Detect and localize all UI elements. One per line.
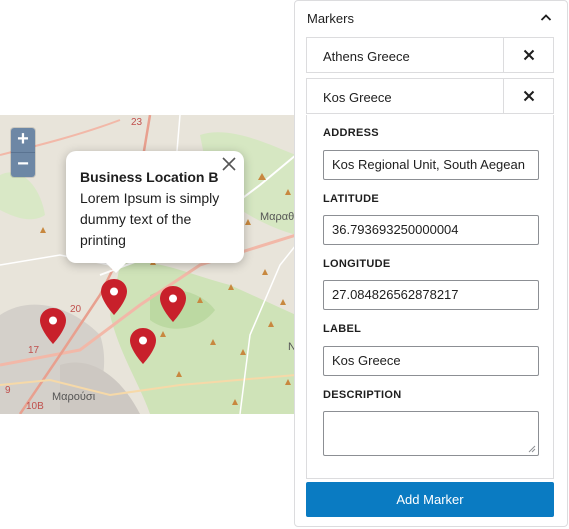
remove-marker-button[interactable] [503, 79, 553, 113]
close-icon [523, 90, 534, 102]
description-textarea[interactable] [323, 411, 539, 456]
marker-item-label: Athens Greece [323, 49, 410, 64]
map-road-label: 23 [131, 117, 143, 128]
address-input[interactable]: Kos Regional Unit, South Aegean [323, 150, 539, 180]
marker-item-label: Kos Greece [323, 90, 392, 105]
address-label: ADDRESS [323, 127, 379, 139]
remove-marker-button[interactable] [503, 38, 553, 72]
description-label: DESCRIPTION [323, 389, 402, 401]
latitude-input[interactable]: 36.793693250000004 [323, 215, 539, 245]
longitude-input[interactable]: 27.084826562878217 [323, 280, 539, 310]
map-road-label: 17 [28, 345, 40, 356]
chevron-up-icon[interactable] [539, 11, 553, 25]
add-marker-button[interactable]: Add Marker [306, 482, 554, 517]
marker-edit-form: ADDRESS Kos Regional Unit, South Aegean … [306, 115, 554, 479]
close-icon [523, 49, 534, 61]
label-field-label: LABEL [323, 323, 362, 335]
latitude-label: LATITUDE [323, 193, 379, 205]
zoom-control: + − [11, 128, 35, 177]
map-marker-icon[interactable] [130, 328, 156, 364]
markers-panel-header[interactable]: Markers [295, 1, 567, 35]
map[interactable]: 23 20 17 9 10B Μαρούσι Μαραθ Ν + − Busin… [0, 115, 296, 414]
map-marker-icon[interactable] [40, 308, 66, 344]
popup-text: Lorem Ipsum is simply dummy text of the … [80, 190, 220, 248]
map-marker-icon[interactable] [160, 286, 186, 322]
close-icon[interactable] [220, 155, 238, 173]
map-place-label: Μαραθ [260, 211, 295, 223]
label-input[interactable]: Kos Greece [323, 346, 539, 376]
marker-item-athens[interactable]: Athens Greece [306, 37, 554, 73]
markers-panel: Markers Athens Greece Kos Greece ADDRESS… [294, 0, 568, 527]
map-place-label: Μαρούσι [52, 391, 96, 403]
longitude-label: LONGITUDE [323, 258, 391, 270]
marker-popup: Business Location B Lorem Ipsum is simpl… [66, 151, 244, 273]
zoom-in-button[interactable]: + [11, 128, 35, 152]
map-road-label: 9 [5, 385, 11, 396]
resize-grip-icon[interactable] [528, 445, 536, 453]
map-marker-icon[interactable] [101, 279, 127, 315]
map-road-label: 20 [70, 304, 82, 315]
marker-item-kos[interactable]: Kos Greece [306, 78, 554, 114]
zoom-out-button[interactable]: − [11, 152, 35, 177]
popup-title: Business Location B [80, 169, 219, 185]
map-road-label: 10B [26, 401, 44, 412]
panel-title: Markers [307, 11, 354, 26]
